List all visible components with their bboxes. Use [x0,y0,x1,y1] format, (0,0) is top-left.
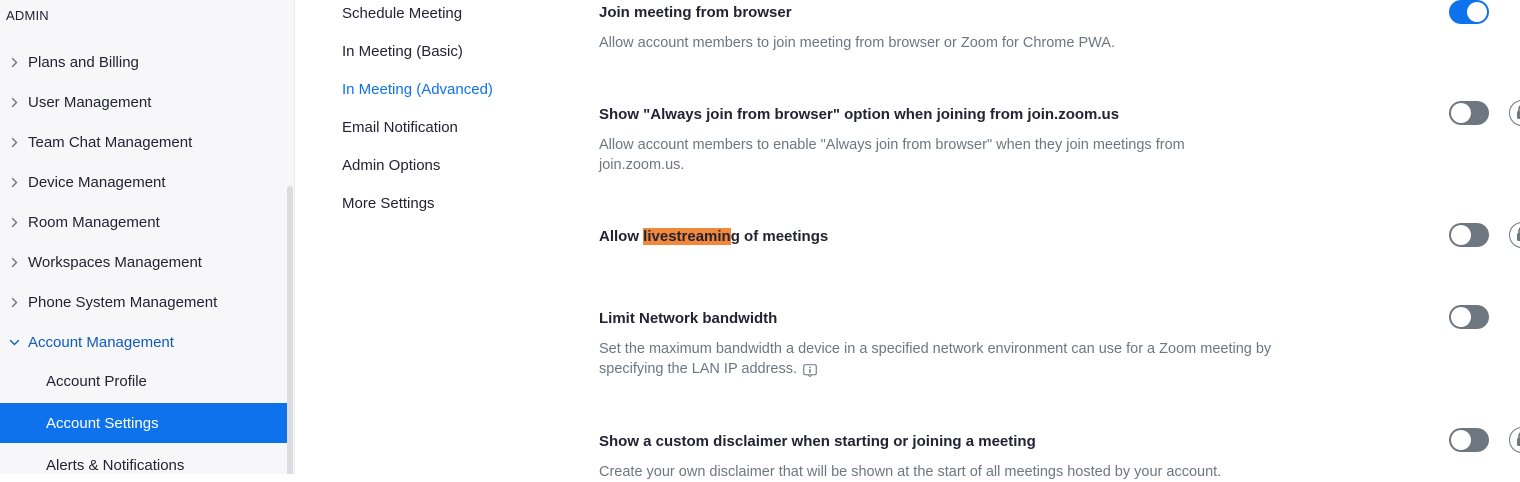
admin-sidebar: ADMIN Plans and Billing User Management … [0,0,295,474]
sidebar-item-label: Room Management [28,214,160,231]
sidebar-subitem-account-profile[interactable]: Account Profile [0,361,288,401]
info-icon[interactable] [803,363,817,376]
setting-title-prefix: Allow [599,228,643,245]
sidebar-item-phone-system-management[interactable]: Phone System Management [0,282,288,322]
chevron-right-icon [8,57,20,68]
sidebar-item-label: Account Management [28,334,174,351]
sidebar-item-label: User Management [28,94,151,111]
sidebar-subitem-label: Alerts & Notifications [46,457,184,474]
setting-title-join-from-browser: Join meeting from browser [599,4,792,21]
chevron-right-icon [8,177,20,188]
sidebar-subitem-alerts-notifications[interactable]: Alerts & Notifications [0,445,288,474]
lock-icon[interactable] [1509,427,1520,453]
category-admin-options[interactable]: Admin Options [342,157,440,174]
chevron-down-icon [8,339,20,346]
setting-title-always-join-from-browser: Show "Always join from browser" option w… [599,106,1119,123]
setting-title-limit-bandwidth: Limit Network bandwidth [599,310,777,327]
admin-section-label: ADMIN [6,8,49,23]
chevron-right-icon [8,257,20,268]
sidebar-item-plans-and-billing[interactable]: Plans and Billing [0,42,288,82]
sidebar-item-label: Device Management [28,174,166,191]
sidebar-item-workspaces-management[interactable]: Workspaces Management [0,242,288,282]
chevron-right-icon [8,217,20,228]
setting-title-suffix: g of meetings [731,228,829,245]
toggle-knob [1451,225,1471,245]
sidebar-item-label: Phone System Management [28,294,217,311]
setting-description-limit-bandwidth: Set the maximum bandwidth a device in a … [599,339,1299,379]
setting-description-always-join-from-browser: Allow account members to enable "Always … [599,135,1239,175]
category-email-notification[interactable]: Email Notification [342,119,458,136]
sidebar-item-label: Workspaces Management [28,254,202,271]
setting-title-custom-disclaimer: Show a custom disclaimer when starting o… [599,433,1036,450]
toggle-allow-livestreaming[interactable] [1449,223,1489,247]
chevron-right-icon [8,137,20,148]
toggle-limit-bandwidth[interactable] [1449,305,1489,329]
lock-icon[interactable] [1509,100,1520,126]
sidebar-item-team-chat-management[interactable]: Team Chat Management [0,122,288,162]
setting-description-text: Set the maximum bandwidth a device in a … [599,341,1271,377]
toggle-knob [1451,430,1471,450]
sidebar-item-user-management[interactable]: User Management [0,82,288,122]
toggle-always-join-from-browser[interactable] [1449,101,1489,125]
sidebar-item-label: Plans and Billing [28,54,139,71]
sidebar-subitem-label: Account Settings [46,415,159,432]
category-in-meeting-advanced[interactable]: In Meeting (Advanced) [342,81,493,98]
sidebar-item-account-management[interactable]: Account Management [0,322,288,362]
sidebar-item-label: Team Chat Management [28,134,192,151]
sidebar-scrollbar[interactable] [287,186,293,474]
toggle-join-from-browser[interactable] [1449,0,1489,24]
setting-title-allow-livestreaming: Allow livestreaming of meetings [599,228,828,245]
toggle-knob [1451,307,1471,327]
category-more-settings[interactable]: More Settings [342,195,435,212]
toggle-knob [1451,103,1471,123]
category-in-meeting-basic[interactable]: In Meeting (Basic) [342,43,463,60]
category-schedule-meeting[interactable]: Schedule Meeting [342,5,462,22]
search-highlight: livestreamin [643,228,731,245]
chevron-right-icon [8,297,20,308]
setting-description-join-from-browser: Allow account members to join meeting fr… [599,33,1299,53]
toggle-custom-disclaimer[interactable] [1449,428,1489,452]
lock-icon[interactable] [1509,222,1520,248]
chevron-right-icon [8,97,20,108]
sidebar-subitem-label: Account Profile [46,373,147,390]
sidebar-item-device-management[interactable]: Device Management [0,162,288,202]
setting-description-custom-disclaimer: Create your own disclaimer that will be … [599,462,1299,482]
sidebar-subitem-account-settings[interactable]: Account Settings [0,403,288,443]
toggle-knob [1467,2,1487,22]
sidebar-item-room-management[interactable]: Room Management [0,202,288,242]
